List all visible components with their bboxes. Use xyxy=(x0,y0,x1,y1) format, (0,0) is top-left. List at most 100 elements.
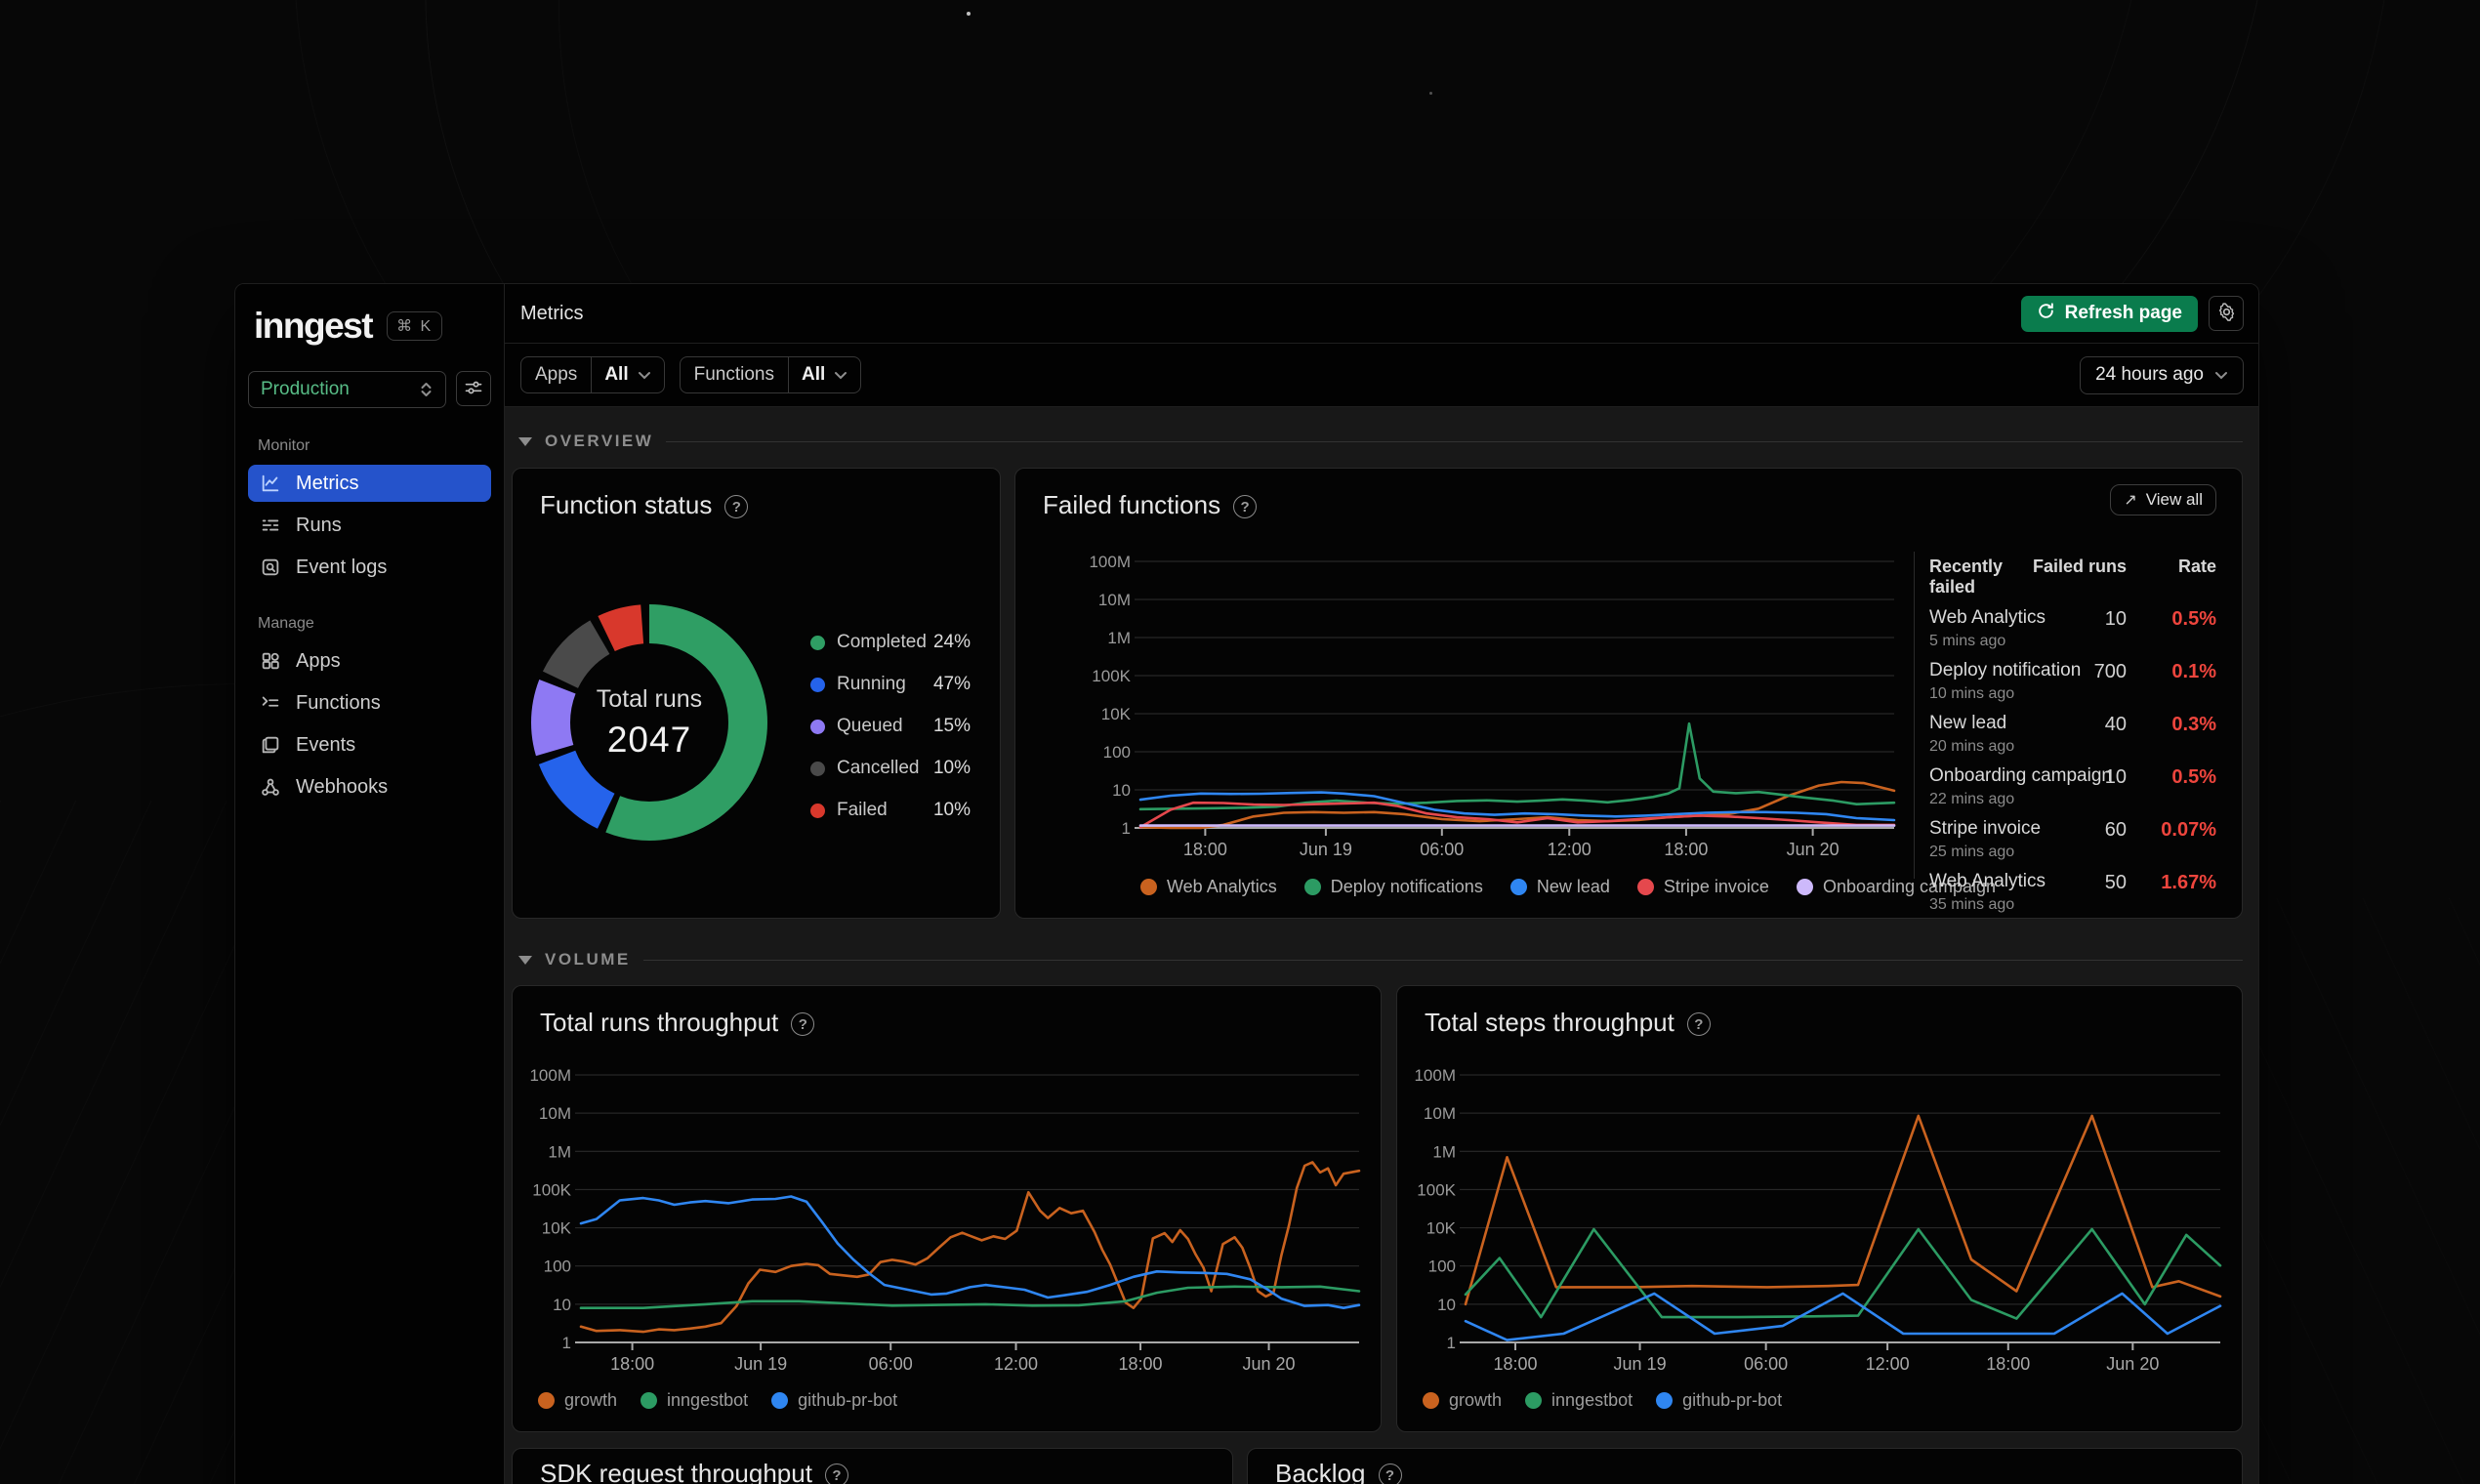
legend-item: Cancelled 10% xyxy=(810,754,971,783)
table-row[interactable]: Stripe invoice 25 mins ago 60 0.07% xyxy=(1929,818,2216,871)
card-divider xyxy=(1914,552,1915,879)
svg-text:1M: 1M xyxy=(548,1142,571,1161)
gear-icon xyxy=(2216,302,2237,325)
svg-text:18:00: 18:00 xyxy=(1183,840,1227,859)
legend-label: inngestbot xyxy=(667,1390,749,1410)
sidebar-item-runs[interactable]: Runs xyxy=(248,507,491,544)
view-all-button[interactable]: ↗ View all xyxy=(2110,484,2216,515)
events-icon xyxy=(259,734,281,756)
total-steps-chart: 100M 10M 1M 100K 10K 100 10 1 18:00 Jun 19 06:00 12… xyxy=(1414,1066,2222,1374)
legend-dot xyxy=(641,1392,658,1409)
legend-dot xyxy=(1303,879,1321,895)
table-row[interactable]: Deploy notification 10 mins ago 700 0.1% xyxy=(1929,660,2216,713)
help-icon[interactable]: ? xyxy=(1233,495,1258,518)
legend-dot xyxy=(1509,879,1527,895)
legend-dot xyxy=(1423,1392,1439,1409)
settings-button[interactable] xyxy=(2209,296,2244,331)
backdrop-spark xyxy=(967,12,971,16)
legend-label: growth xyxy=(564,1390,618,1410)
refresh-label: Refresh page xyxy=(2064,303,2182,323)
table-row[interactable]: Web Analytics 35 mins ago 50 1.67% xyxy=(1929,871,2216,918)
svg-text:10K: 10K xyxy=(1426,1219,1457,1238)
command-k-shortcut[interactable]: ⌘ K xyxy=(387,310,443,341)
function-status-legend: Completed 24% Running 47% Queued 15% Cancel… xyxy=(810,628,971,838)
table-header-name: Recently failed xyxy=(1929,556,2004,597)
help-icon[interactable]: ? xyxy=(1686,1012,1711,1036)
legend-label: Completed xyxy=(837,632,927,652)
legend-dot xyxy=(810,761,825,776)
svg-text:100K: 100K xyxy=(1092,667,1131,685)
sidebar-item-webhooks[interactable]: Webhooks xyxy=(248,768,491,805)
help-icon[interactable]: ? xyxy=(724,495,749,518)
metrics-content: OVERVIEW Function status ? Total runs 20… xyxy=(505,407,2258,1484)
refresh-page-button[interactable]: Refresh page xyxy=(2020,295,2198,332)
functions-filter[interactable]: Functions All xyxy=(679,356,862,393)
legend-label: github-pr-bot xyxy=(1682,1390,1783,1410)
legend-item: Web Analytics xyxy=(1140,877,1277,897)
legend-item: growth xyxy=(538,1390,617,1411)
recently-failed-table: Recently failed Failed runs Rate Web Ana… xyxy=(1929,556,2216,918)
inngest-logo: inngest xyxy=(254,306,374,346)
sdk-request-throughput-card: SDK request throughput ? xyxy=(512,1448,1233,1484)
environment-filter-button[interactable] xyxy=(456,371,491,406)
line-chart-icon xyxy=(259,473,281,494)
backdrop-spark xyxy=(1429,92,1432,95)
help-icon[interactable]: ? xyxy=(824,1463,848,1484)
sidebar-item-label: Apps xyxy=(296,649,341,672)
table-header-rate: Rate xyxy=(2177,556,2216,576)
legend-label: Running xyxy=(837,674,906,694)
desktop-background: inngest ⌘ K Production Monitor Metrics R… xyxy=(0,0,2480,1484)
svg-text:Jun 20: Jun 20 xyxy=(1243,1354,1296,1374)
refresh-icon xyxy=(2037,302,2055,326)
total-steps-chart-legend: growth inngestbot github-pr-bot xyxy=(1423,1390,1782,1411)
help-icon[interactable]: ? xyxy=(1378,1463,1402,1484)
sidebar-item-apps[interactable]: Apps xyxy=(248,642,491,680)
legend-dot xyxy=(810,719,825,734)
app-window: inngest ⌘ K Production Monitor Metrics R… xyxy=(234,283,2259,1484)
sidebar-section-manage: Manage xyxy=(258,615,314,632)
function-status-card: Function status ? Total runs 2047 Comple… xyxy=(512,468,1001,919)
sidebar-item-events[interactable]: Events xyxy=(248,726,491,763)
overview-section-header[interactable]: OVERVIEW xyxy=(515,429,2243,454)
legend-item: growth xyxy=(1423,1390,1502,1411)
svg-text:10: 10 xyxy=(1437,1296,1456,1314)
filter-bar: Apps All Functions All 24 hours ago xyxy=(505,344,2258,407)
sidebar-item-metrics[interactable]: Metrics xyxy=(248,465,491,502)
svg-text:100M: 100M xyxy=(529,1066,571,1085)
apps-filter[interactable]: Apps All xyxy=(520,356,665,393)
table-row[interactable]: New lead 20 mins ago 40 0.3% xyxy=(1929,713,2216,765)
svg-text:1: 1 xyxy=(1122,819,1131,838)
svg-text:100M: 100M xyxy=(1414,1066,1456,1085)
legend-item: inngestbot xyxy=(641,1390,748,1411)
svg-text:18:00: 18:00 xyxy=(1119,1354,1163,1374)
legend-dot xyxy=(1140,879,1157,895)
webhooks-icon xyxy=(259,776,281,798)
sidebar-item-label: Event logs xyxy=(296,556,388,578)
legend-item: inngestbot xyxy=(1525,1390,1633,1411)
help-icon[interactable]: ? xyxy=(791,1012,815,1036)
sidebar-item-event-logs[interactable]: Event logs xyxy=(248,549,491,586)
legend-dot xyxy=(771,1392,789,1409)
svg-text:18:00: 18:00 xyxy=(1664,840,1708,859)
legend-item: New lead xyxy=(1509,877,1610,897)
legend-dot xyxy=(1656,1392,1674,1409)
external-arrow-icon: ↗ xyxy=(2124,492,2137,509)
card-title: SDK request throughput xyxy=(540,1459,812,1484)
environment-select[interactable]: Production xyxy=(248,371,446,408)
failed-functions-card: Failed functions ? ↗ View all 100M 10M 1M 1… xyxy=(1014,468,2243,919)
svg-text:10: 10 xyxy=(553,1296,571,1314)
time-range-select[interactable]: 24 hours ago xyxy=(2080,355,2244,394)
runs-list-icon xyxy=(259,515,281,536)
total-runs-chart-legend: growth inngestbot github-pr-bot xyxy=(538,1390,897,1411)
svg-text:10: 10 xyxy=(1112,781,1131,800)
svg-text:100: 100 xyxy=(544,1257,571,1276)
svg-text:10M: 10M xyxy=(1098,591,1131,609)
sidebar-item-functions[interactable]: Functions xyxy=(248,684,491,721)
card-title: Backlog xyxy=(1275,1459,1366,1484)
svg-text:Jun 19: Jun 19 xyxy=(1614,1354,1667,1374)
legend-dot xyxy=(810,677,825,692)
table-row[interactable]: Onboarding campaign 22 mins ago 10 0.5% xyxy=(1929,765,2216,818)
table-row[interactable]: Web Analytics 5 mins ago 10 0.5% xyxy=(1929,607,2216,660)
legend-item: Deploy notifications xyxy=(1303,877,1483,897)
volume-section-header[interactable]: VOLUME xyxy=(515,947,2243,972)
